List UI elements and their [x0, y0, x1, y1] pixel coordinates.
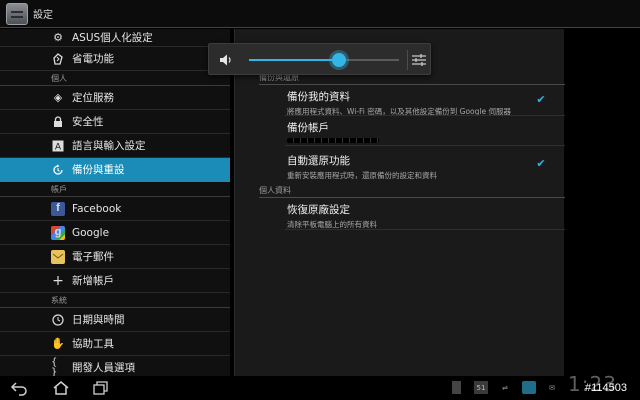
divider: [285, 229, 565, 230]
sidebar-item-google[interactable]: g Google: [0, 221, 230, 245]
sidebar-item-date-time[interactable]: 日期與時間: [0, 308, 230, 332]
backup-data-checkbox[interactable]: ✔: [536, 94, 546, 105]
sidebar-item-label: 開發人員選項: [72, 362, 135, 374]
section-header-accounts: 帳戶: [0, 182, 230, 197]
page-title: 設定: [33, 10, 53, 21]
pref-backup-my-data[interactable]: 備份我的資料 將應用程式資料、Wi-Fi 密碼，以及其他設定備份到 Google…: [287, 89, 557, 117]
auto-restore-checkbox[interactable]: ✔: [536, 158, 546, 169]
sd-card-icon[interactable]: [452, 381, 461, 394]
sidebar-item-facebook[interactable]: f Facebook: [0, 197, 230, 221]
redacted-account: [287, 138, 379, 143]
usb-icon[interactable]: ⇌: [498, 381, 512, 394]
sidebar-item-email[interactable]: 電子郵件: [0, 245, 230, 269]
pref-factory-reset[interactable]: 恢復原廠設定 清除平板電腦上的所有資料: [287, 202, 557, 230]
pref-title: 恢復原廠設定: [287, 204, 350, 216]
action-bar: 設定: [0, 0, 640, 28]
sidebar-item-security[interactable]: 安全性: [0, 110, 230, 134]
power-saving-icon: [51, 52, 65, 66]
sidebar-item-accessibility[interactable]: ✋ 協助工具: [0, 332, 230, 356]
pref-summary: 重新安裝應用程式時，還原備份的設定和資料: [287, 171, 437, 180]
sidebar-item-power-saving[interactable]: 省電功能: [0, 47, 230, 71]
sidebar-item-language-input[interactable]: A 語言與輸入設定: [0, 134, 230, 158]
volume-panel: [208, 43, 431, 75]
pref-title: 備份我的資料: [287, 91, 350, 103]
sidebar-item-label: 新增帳戶: [72, 275, 114, 287]
email-icon: [51, 249, 65, 264]
watermark-text: #114503: [585, 382, 628, 394]
sidebar-item-label: 省電功能: [72, 53, 114, 65]
sidebar-item-label: 安全性: [72, 116, 104, 128]
home-icon[interactable]: [52, 380, 70, 396]
section-header-system: 系統: [0, 293, 230, 308]
section-header-personal: 個人: [0, 71, 230, 86]
sidebar-item-location[interactable]: ◈ 定位服務: [0, 86, 230, 110]
sidebar-item-add-account[interactable]: + 新增帳戶: [0, 269, 230, 293]
sidebar-item-label: Facebook: [72, 202, 122, 215]
plus-icon: +: [52, 272, 64, 289]
back-icon[interactable]: [10, 380, 28, 396]
facebook-icon: f: [51, 201, 65, 216]
volume-slider-thumb[interactable]: [332, 53, 346, 67]
section-header-personal-data: 個人資料: [259, 185, 565, 198]
clock-icon: [51, 313, 65, 327]
gear-icon: ⚙: [53, 31, 63, 44]
sidebar-item-label: 語言與輸入設定: [72, 140, 146, 152]
notification-badge[interactable]: 51: [474, 381, 488, 394]
backup-reset-panel: 備份與還原 備份我的資料 將應用程式資料、Wi-Fi 密碼，以及其他設定備份到 …: [234, 29, 565, 376]
sound-settings-icon[interactable]: [411, 53, 427, 67]
sidebar-item-developer-options[interactable]: { } 開發人員選項: [0, 356, 230, 376]
location-icon: ◈: [53, 91, 63, 104]
pref-title: 備份帳戶: [287, 122, 329, 134]
sidebar-item-label: 協助工具: [72, 338, 114, 350]
recent-apps-icon[interactable]: [92, 380, 110, 396]
sidebar-item-asus-customized[interactable]: ⚙ ASUS個人化設定: [0, 29, 230, 47]
divider: [407, 50, 408, 70]
sidebar-item-label: ASUS個人化設定: [72, 32, 153, 44]
sidebar-item-backup-reset[interactable]: 備份與重設: [0, 158, 230, 182]
pref-title: 自動還原功能: [287, 155, 350, 167]
divider: [285, 145, 565, 146]
screenshot-icon[interactable]: [522, 381, 536, 394]
lock-icon: [51, 115, 65, 129]
settings-sidebar: ⚙ ASUS個人化設定 省電功能 個人 ◈ 定位服務 安全性 A 語言與輸入設定…: [0, 29, 230, 376]
speaker-icon[interactable]: [219, 53, 233, 67]
pref-backup-account[interactable]: 備份帳戶: [287, 120, 557, 143]
system-bar: 51 ⇌ ✉ 1:23 #114503: [0, 372, 640, 400]
settings-app-icon[interactable]: [6, 2, 28, 25]
braces-icon: { }: [51, 356, 58, 376]
hand-icon: ✋: [51, 337, 65, 350]
svg-text:A: A: [55, 142, 62, 152]
google-icon: g: [51, 225, 65, 240]
sidebar-item-label: 電子郵件: [72, 251, 114, 263]
volume-slider[interactable]: [249, 53, 399, 67]
sidebar-item-label: 日期與時間: [72, 314, 125, 326]
sidebar-item-label: 定位服務: [72, 92, 114, 104]
keyboard-icon: A: [51, 139, 65, 153]
volume-slider-fill: [249, 59, 339, 61]
backup-icon: [51, 163, 65, 177]
debug-icon[interactable]: ✉: [545, 381, 559, 394]
divider: [285, 115, 565, 116]
pref-auto-restore[interactable]: 自動還原功能 重新安裝應用程式時，還原備份的設定和資料: [287, 153, 557, 181]
sidebar-item-label: Google: [72, 226, 110, 239]
sidebar-item-label: 備份與重設: [72, 164, 125, 176]
